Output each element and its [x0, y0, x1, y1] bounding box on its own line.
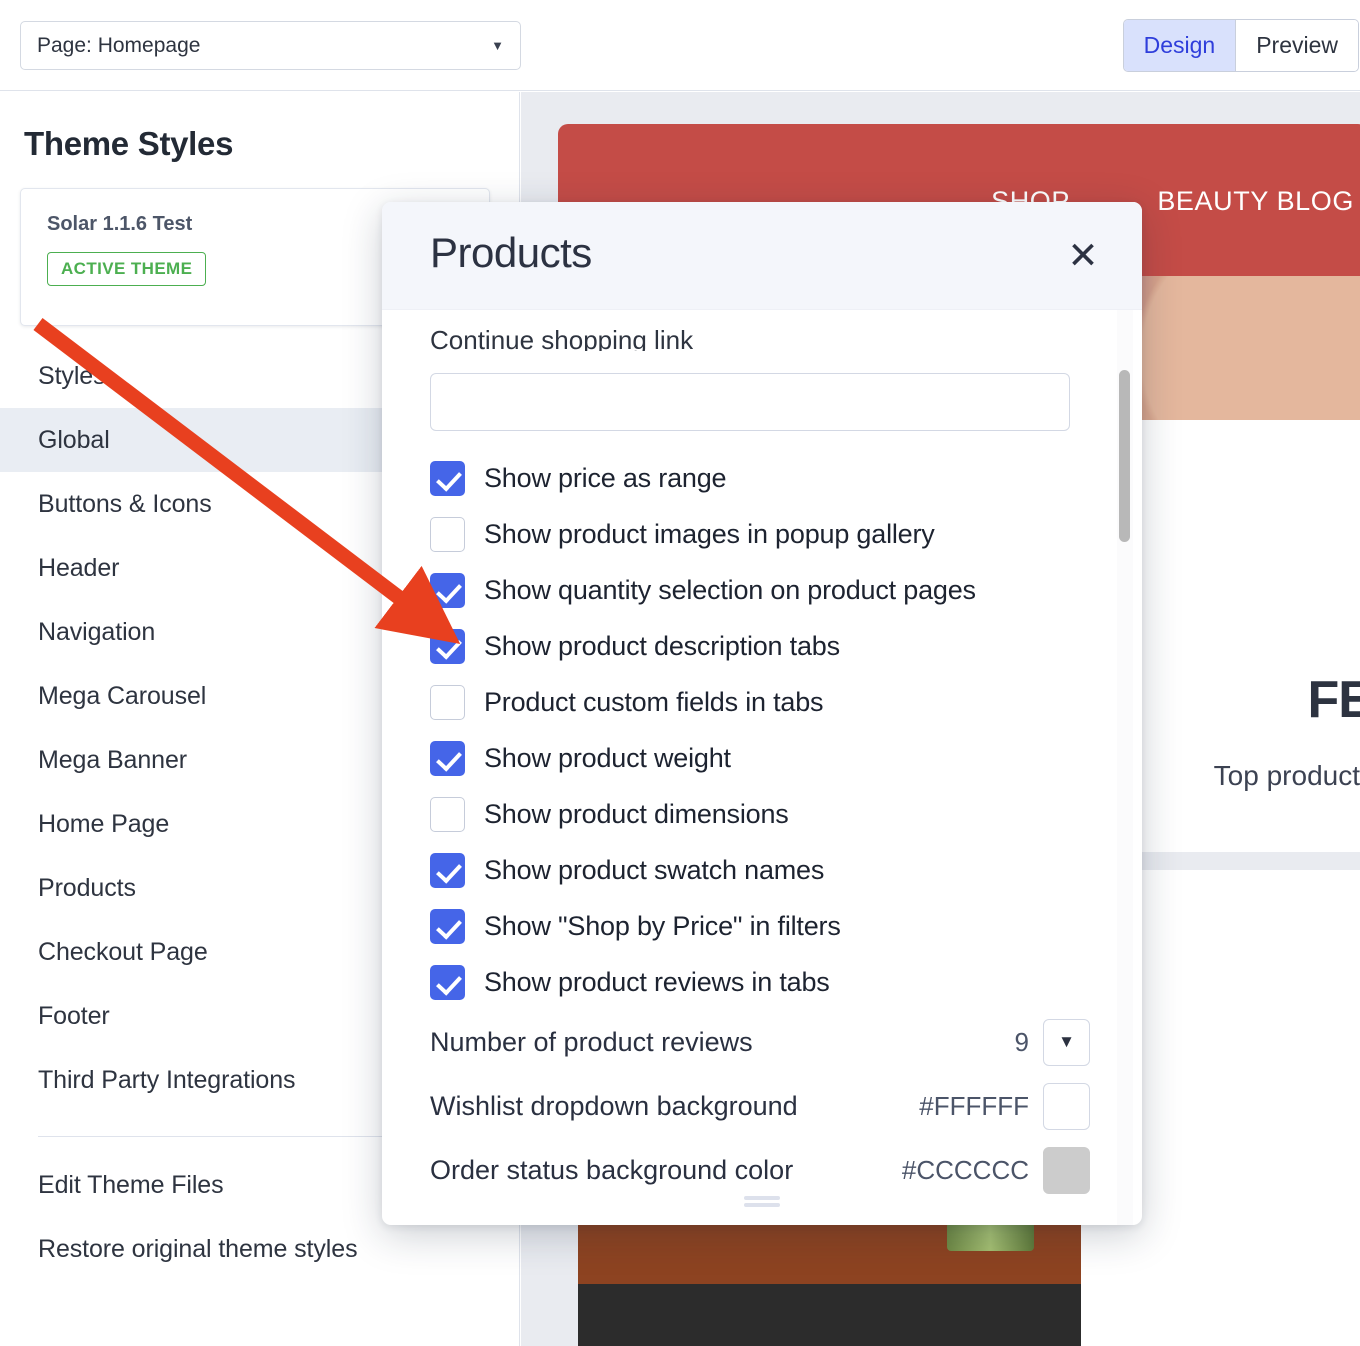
- continue-shopping-link-label: Continue shopping link: [430, 325, 694, 351]
- setting-value: #FFFFFF: [919, 1090, 1029, 1121]
- sidebar-item-label: Footer: [38, 1001, 110, 1030]
- featured-heading: FE: [1307, 671, 1360, 729]
- wishlist-dropdown-background-color-swatch[interactable]: [1043, 1082, 1090, 1130]
- design-preview-toggle: Design Preview: [1122, 19, 1359, 72]
- checkbox-row[interactable]: Show product swatch names: [430, 842, 1090, 898]
- checkbox-label: Show quantity selection on product pages: [484, 574, 976, 605]
- modal-scrollbar-thumb[interactable]: [1119, 370, 1130, 542]
- sidebar-item-label: Checkout Page: [38, 937, 208, 966]
- storefront-nav-label: BEAUTY BLOG: [1157, 186, 1354, 216]
- checkbox-row[interactable]: Show "Shop by Price" in filters: [430, 898, 1090, 954]
- featured-subheading: Top products: [1213, 760, 1360, 791]
- checkbox-row[interactable]: Show product reviews in tabs: [430, 954, 1090, 1010]
- sidebar-item-label: Navigation: [38, 617, 156, 646]
- product-options-checkbox-list: Show price as range Show product images …: [430, 450, 1090, 1010]
- modal-header: Products ✕: [382, 202, 1142, 310]
- sidebar-item-label: Third Party Integrations: [38, 1065, 296, 1094]
- products-settings-modal: Products ✕ Continue shopping link Show p…: [382, 202, 1142, 1225]
- checkbox-show-product-weight[interactable]: [430, 740, 465, 776]
- checkbox-label: Show product swatch names: [484, 854, 825, 885]
- chevron-down-icon: ▼: [1058, 1032, 1075, 1051]
- sidebar-item-label: Global: [38, 425, 110, 454]
- sidebar-item-label: Mega Banner: [38, 745, 187, 774]
- setting-row-wishlist-dropdown-background: Wishlist dropdown background #FFFFFF: [430, 1074, 1090, 1138]
- top-bar: Page: Homepage ▼ Design Preview: [0, 0, 1360, 91]
- resize-grip-line: [744, 1196, 780, 1200]
- status-badge: ACTIVE THEME: [47, 252, 207, 286]
- checkbox-show-product-dimensions[interactable]: [430, 796, 465, 832]
- checkbox-label: Product custom fields in tabs: [484, 686, 824, 717]
- modal-resize-handle[interactable]: [744, 1196, 780, 1207]
- checkbox-show-product-images-in-popup-gallery[interactable]: [430, 516, 465, 552]
- tab-design[interactable]: Design: [1123, 20, 1237, 71]
- setting-label: Number of product reviews: [430, 1026, 753, 1057]
- checkbox-row[interactable]: Show product images in popup gallery: [430, 506, 1090, 562]
- app-root: Page: Homepage ▼ Design Preview Theme St…: [0, 0, 1360, 1346]
- checkbox-label: Show product dimensions: [484, 798, 789, 829]
- order-status-background-color-swatch[interactable]: [1043, 1146, 1090, 1194]
- setting-label: Order status background color: [430, 1154, 794, 1185]
- chevron-down-icon: ▼: [491, 38, 504, 53]
- page-selector-label: Page: Homepage: [37, 33, 201, 57]
- checkbox-label: Show "Shop by Price" in filters: [484, 910, 841, 941]
- checkbox-label: Show product reviews in tabs: [484, 966, 830, 997]
- checkbox-row[interactable]: Show product description tabs: [430, 618, 1090, 674]
- checkbox-show-product-reviews-in-tabs[interactable]: [430, 964, 465, 1000]
- continue-shopping-link-input[interactable]: [430, 373, 1070, 431]
- setting-value: #CCCCCC: [901, 1154, 1029, 1185]
- sidebar-item-label: Home Page: [38, 809, 170, 838]
- modal-body: Continue shopping link Show price as ran…: [382, 310, 1142, 1225]
- modal-title: Products: [430, 229, 592, 276]
- checkbox-label: Show price as range: [484, 462, 727, 493]
- checkbox-label: Show product weight: [484, 742, 731, 773]
- tab-preview[interactable]: Preview: [1236, 20, 1358, 71]
- page-title: Theme Styles: [24, 125, 234, 162]
- checkbox-label: Show product description tabs: [484, 630, 840, 661]
- theme-name: Solar 1.1.6 Test: [47, 213, 193, 235]
- setting-row-order-status-background-color: Order status background color #CCCCCC: [430, 1138, 1090, 1202]
- sidebar-item-label: Mega Carousel: [38, 681, 207, 710]
- sidebar-item-restore-theme-styles[interactable]: Restore original theme styles: [0, 1217, 520, 1281]
- checkbox-row[interactable]: Show quantity selection on product pages: [430, 562, 1090, 618]
- sidebar-item-label: Edit Theme Files: [38, 1170, 224, 1199]
- checkbox-show-quantity-selection-on-product-pages[interactable]: [430, 572, 465, 608]
- checkbox-row[interactable]: Show product weight: [430, 730, 1090, 786]
- checkbox-product-custom-fields-in-tabs[interactable]: [430, 684, 465, 720]
- checkbox-row[interactable]: Show product dimensions: [430, 786, 1090, 842]
- resize-grip-line: [744, 1203, 780, 1207]
- checkbox-show-product-description-tabs[interactable]: [430, 628, 465, 664]
- product-value-settings: Number of product reviews 9 ▼ Wishlist d…: [430, 1010, 1090, 1202]
- sidebar-item-label: Restore original theme styles: [38, 1234, 358, 1263]
- checkbox-row[interactable]: Product custom fields in tabs: [430, 674, 1090, 730]
- sidebar-item-label: Buttons & Icons: [38, 489, 212, 518]
- setting-row-number-of-product-reviews: Number of product reviews 9 ▼: [430, 1010, 1090, 1074]
- page-selector[interactable]: Page: Homepage ▼: [20, 21, 521, 70]
- checkbox-row[interactable]: Show price as range: [430, 450, 1090, 506]
- setting-label: Wishlist dropdown background: [430, 1090, 798, 1121]
- sidebar-item-label: Styles: [38, 361, 106, 390]
- storefront-nav-beauty-blog[interactable]: BEAUTY BLOG: [1157, 186, 1354, 217]
- checkbox-label: Show product images in popup gallery: [484, 518, 935, 549]
- sidebar-item-label: Products: [38, 873, 136, 902]
- number-of-product-reviews-dropdown[interactable]: ▼: [1043, 1018, 1090, 1066]
- checkbox-show-shop-by-price-in-filters[interactable]: [430, 908, 465, 944]
- sidebar-item-label: Header: [38, 553, 120, 582]
- checkbox-show-price-as-range[interactable]: [430, 460, 465, 496]
- product-image-table: [578, 1284, 1082, 1346]
- setting-value: 9: [1014, 1026, 1029, 1057]
- close-icon[interactable]: ✕: [1060, 232, 1106, 278]
- checkbox-show-product-swatch-names[interactable]: [430, 852, 465, 888]
